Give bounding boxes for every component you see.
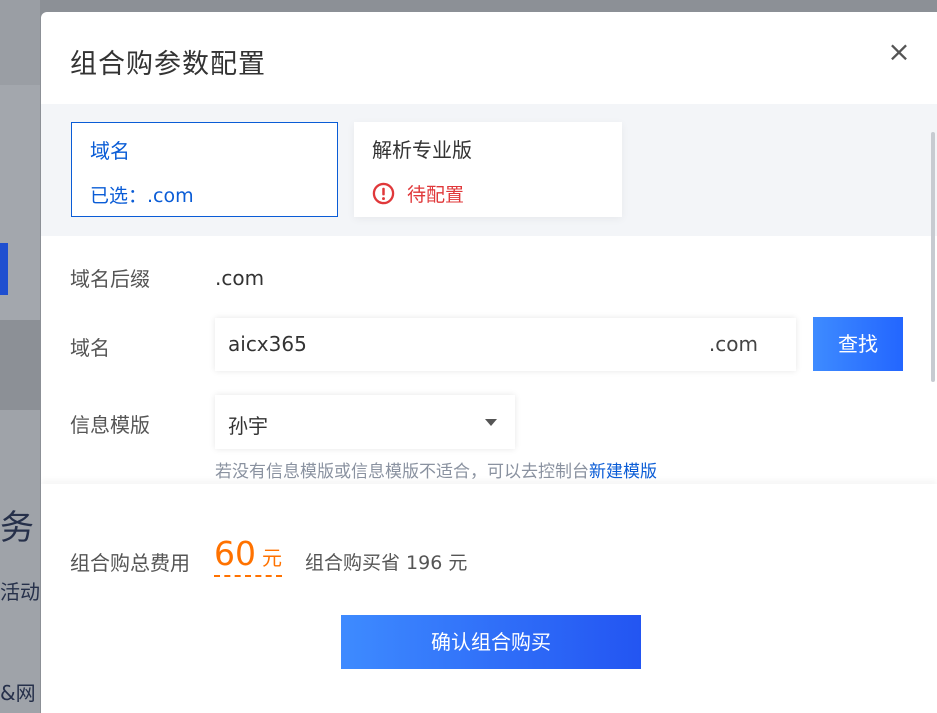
product-name: 域名 — [90, 139, 130, 163]
dialog-title: 组合购参数配置 — [70, 49, 266, 80]
total-amount: 60 — [214, 534, 256, 573]
total-cost-label: 组合购总费用 — [70, 551, 190, 575]
template-label: 信息模版 — [70, 413, 150, 437]
product-status: 待配置 — [372, 180, 464, 207]
total-unit: 元 — [262, 546, 282, 570]
template-select[interactable]: 孙宇 — [215, 395, 515, 449]
status-text: 待配置 — [407, 184, 465, 206]
background-panel — [0, 410, 40, 713]
suffix-value: .com — [215, 266, 265, 290]
background-text: 务 — [0, 508, 34, 548]
product-card-dns-pro[interactable]: 解析专业版 待配置 — [354, 122, 622, 217]
background-panel — [0, 0, 40, 90]
background-link: 活动 — [0, 580, 40, 604]
background-accent-bar — [0, 243, 8, 295]
domain-input-suffix: .com — [708, 332, 758, 356]
scrollbar[interactable] — [931, 132, 935, 382]
total-price[interactable]: 60 元 — [214, 534, 282, 577]
background-text: &网 — [0, 681, 36, 705]
product-card-domain[interactable]: 域名 已选：.com — [71, 122, 338, 217]
combo-config-dialog: 组合购参数配置 × 域名 已选：.com 解析专业版 待配置 域名后缀 .com… — [41, 12, 937, 713]
savings-text: 组合购买省 196 元 — [305, 552, 468, 574]
domain-label: 域名 — [70, 336, 110, 360]
template-select-value: 孙宇 — [228, 414, 268, 438]
product-status: 已选：.com — [90, 185, 194, 207]
domain-input[interactable]: aicx365 .com — [215, 318, 796, 371]
product-selector: 域名 已选：.com 解析专业版 待配置 — [41, 104, 937, 236]
hint-text: 若没有信息模版或信息模版不适合，可以去控制台 — [215, 462, 589, 482]
close-icon[interactable]: × — [887, 38, 911, 66]
new-template-link[interactable]: 新建模版 — [589, 462, 657, 482]
suffix-label: 域名后缀 — [70, 267, 150, 291]
chevron-down-icon — [485, 419, 497, 426]
footer-divider — [41, 484, 937, 492]
template-hint: 若没有信息模版或信息模版不适合，可以去控制台新建模版 — [215, 457, 657, 482]
product-name: 解析专业版 — [372, 138, 472, 162]
search-button[interactable]: 查找 — [813, 317, 903, 371]
domain-input-value: aicx365 — [228, 332, 307, 356]
warning-circle-icon — [372, 182, 395, 205]
confirm-purchase-button[interactable]: 确认组合购买 — [341, 615, 641, 669]
